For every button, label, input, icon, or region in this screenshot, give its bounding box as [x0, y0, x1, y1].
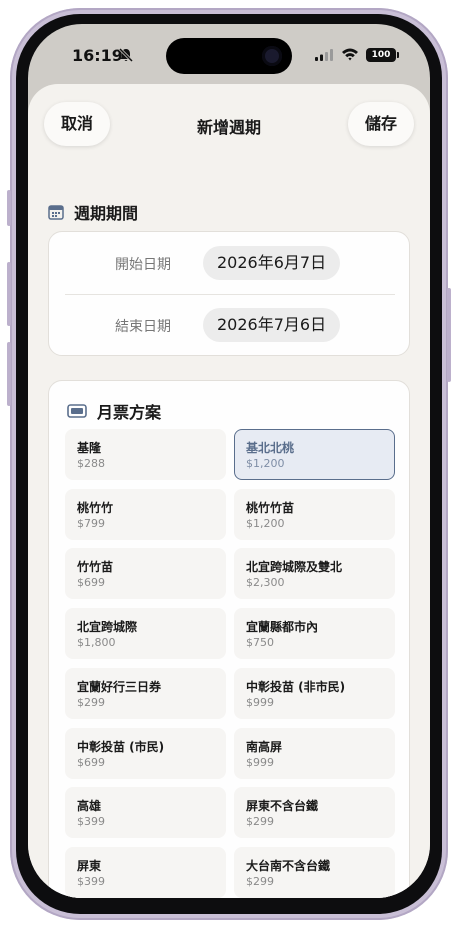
plan-name: 中彰投苗 (市民) — [77, 739, 165, 754]
period-section-title: 週期期間 — [74, 204, 139, 223]
volume-down-button — [7, 342, 11, 406]
plan-option[interactable]: 屏東不含台鐵 $299 — [234, 787, 395, 839]
plan-option[interactable]: 大台南不含台鐵 $299 — [234, 846, 395, 898]
plan-name: 北宜跨城際 — [77, 620, 138, 635]
plans-section-title: 月票方案 — [97, 403, 162, 422]
plan-price: $1,800 — [77, 636, 116, 650]
start-date-label: 開始日期 — [115, 257, 171, 273]
plan-price: $999 — [246, 755, 274, 769]
plan-name: 桃竹竹苗 — [246, 500, 295, 515]
end-date-label: 結束日期 — [115, 319, 171, 335]
plan-name: 基隆 — [77, 441, 102, 455]
battery-tip — [397, 52, 399, 58]
plan-option[interactable]: 中彰投苗 (非市民) $999 — [234, 667, 395, 719]
action-button — [7, 190, 11, 226]
plans-card: 月票方案 基隆 $288 基北北桃 $1,200 桃竹竹 $799 桃竹竹苗 $1,200 竹竹… — [48, 380, 410, 898]
plan-name: 大台南不含台鐵 — [246, 858, 331, 873]
plan-name: 屏東 — [77, 858, 102, 873]
plan-option[interactable]: 基隆 $288 — [65, 429, 226, 480]
plan-name: 桃竹竹 — [77, 500, 114, 515]
plan-price: $1,200 — [246, 516, 285, 530]
signal-icon — [315, 49, 333, 61]
battery-indicator: 100 — [366, 48, 396, 62]
plan-name: 高雄 — [77, 799, 102, 814]
plan-name: 中彰投苗 (非市民) — [246, 679, 346, 694]
plan-option[interactable]: 桃竹竹苗 $1,200 — [234, 488, 395, 540]
save-button[interactable]: 儲存 — [348, 102, 414, 146]
plan-price: $399 — [77, 815, 105, 829]
screen: 16:19 100 取消 新增週期 儲存 週期期間 開始日期 2026年6月7日… — [28, 24, 430, 898]
plan-name: 屏東不含台鐵 — [246, 799, 319, 814]
plan-option[interactable]: 屏東 $399 — [65, 846, 226, 898]
plan-price: $699 — [77, 576, 105, 590]
period-card: 開始日期 2026年6月7日 結束日期 2026年7月6日 — [48, 231, 410, 356]
period-section-header: 週期期間 — [48, 200, 138, 224]
plan-option[interactable]: 宜蘭縣都市內 $750 — [234, 608, 395, 660]
plan-option[interactable]: 基北北桃 $1,200 — [234, 429, 395, 480]
plan-option[interactable]: 北宜跨城際 $1,800 — [65, 608, 226, 660]
plan-price: $750 — [246, 636, 274, 650]
plan-price: $299 — [246, 815, 274, 829]
plan-price: $399 — [77, 874, 105, 888]
plan-option[interactable]: 南高屏 $999 — [234, 727, 395, 779]
calendar-icon — [48, 205, 64, 220]
plan-name: 南高屏 — [246, 739, 283, 754]
plan-name: 基北北桃 — [246, 441, 295, 455]
plan-price: $288 — [77, 457, 105, 470]
plan-option[interactable]: 高雄 $399 — [65, 787, 226, 839]
plan-option[interactable]: 中彰投苗 (市民) $699 — [65, 727, 226, 779]
plan-name: 竹竹苗 — [77, 560, 114, 575]
plan-price: $799 — [77, 516, 105, 530]
wifi-icon — [342, 48, 358, 61]
add-period-sheet: 取消 新增週期 儲存 週期期間 開始日期 2026年6月7日 結束日期 2026… — [28, 84, 430, 898]
status-time: 16:19 — [72, 46, 123, 65]
start-date-row: 開始日期 2026年6月7日 — [49, 232, 411, 294]
end-date-row: 結束日期 2026年7月6日 — [49, 294, 411, 356]
plan-price: $299 — [246, 874, 274, 888]
plan-price: $999 — [246, 695, 274, 709]
power-button — [447, 288, 451, 382]
end-date-picker[interactable]: 2026年7月6日 — [203, 308, 341, 342]
status-bar: 16:19 100 — [28, 24, 430, 86]
plan-price: $699 — [77, 755, 105, 769]
plan-option[interactable]: 竹竹苗 $699 — [65, 548, 226, 600]
plan-name: 宜蘭好行三日券 — [77, 679, 162, 694]
plan-option[interactable]: 宜蘭好行三日券 $299 — [65, 667, 226, 719]
plan-price: $1,200 — [246, 457, 285, 470]
volume-up-button — [7, 262, 11, 326]
start-date-picker[interactable]: 2026年6月7日 — [203, 246, 341, 280]
plan-option[interactable]: 桃竹竹 $799 — [65, 488, 226, 540]
plan-price: $2,300 — [246, 576, 285, 590]
camera-lens — [262, 46, 282, 66]
plan-price: $299 — [77, 695, 105, 709]
plan-name: 北宜跨城際及雙北 — [246, 560, 343, 575]
plan-option[interactable]: 北宜跨城際及雙北 $2,300 — [234, 548, 395, 600]
ticket-icon — [67, 404, 87, 418]
plan-name: 宜蘭縣都市內 — [246, 620, 319, 635]
bell-slash-icon — [118, 47, 134, 63]
plans-section-header: 月票方案 — [67, 399, 161, 423]
